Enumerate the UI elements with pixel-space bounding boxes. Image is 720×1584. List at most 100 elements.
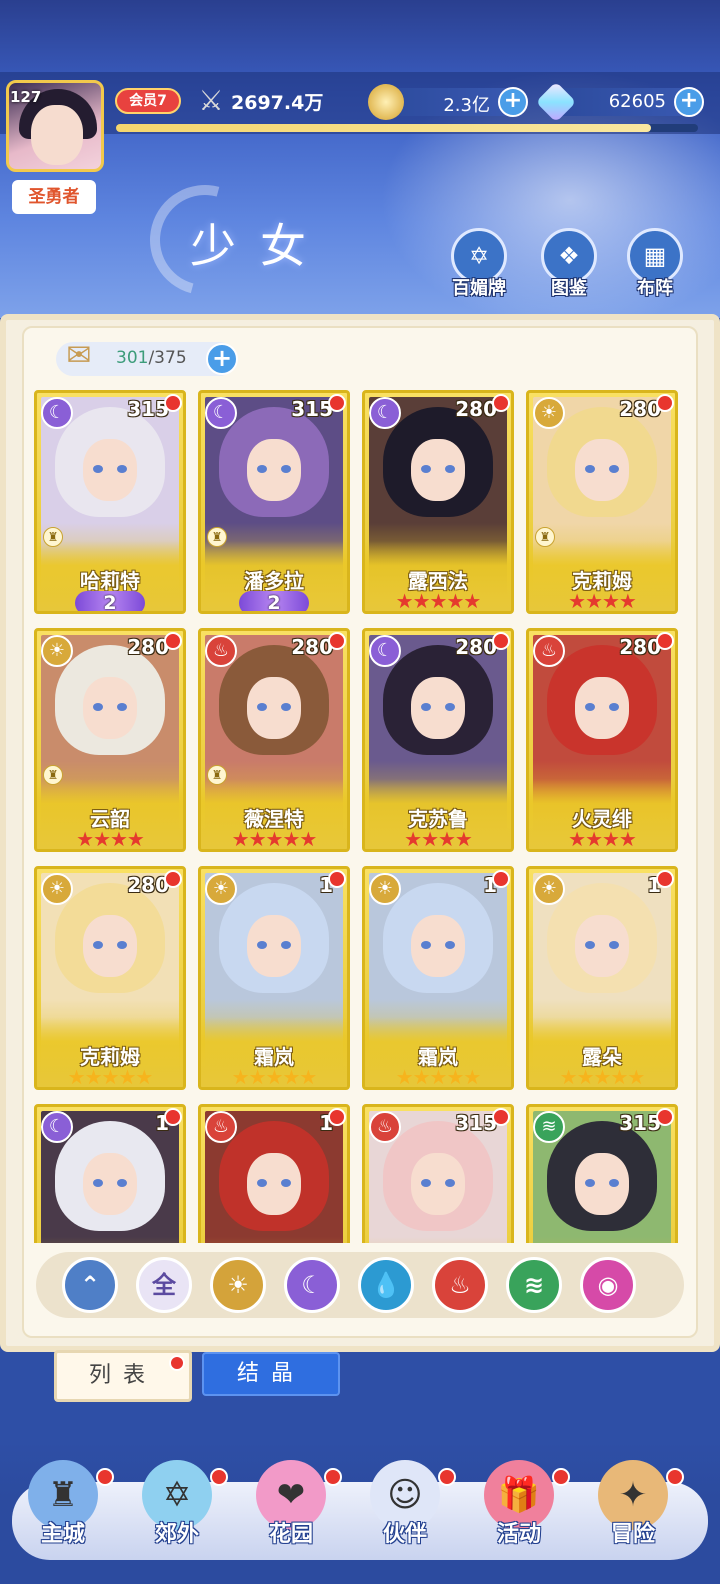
rank-badge: 2 xyxy=(75,591,145,611)
companion-level: 280 xyxy=(619,635,661,659)
expand-capacity-button[interactable]: + xyxy=(206,343,238,375)
companion-level: 315 xyxy=(291,397,333,421)
filter-star-button[interactable]: ◉ xyxy=(580,1257,636,1313)
notification-dot xyxy=(438,1468,456,1486)
filter-collapse-button[interactable]: ⌃ xyxy=(62,1257,118,1313)
notification-dot xyxy=(492,632,510,650)
sun-element-icon: ☀ xyxy=(369,873,401,905)
bag-icon: ✉ xyxy=(66,338,92,373)
notification-dot xyxy=(210,1468,228,1486)
gem-value: 62605 xyxy=(608,91,666,112)
nav-label: 花园 xyxy=(268,1522,313,1547)
page-title: 少女 xyxy=(190,219,330,273)
nav-gift-button[interactable]: 🎁 活动 xyxy=(460,1448,578,1558)
card-collection-button[interactable]: ✡ 百媚牌 xyxy=(446,228,512,299)
moon-element-icon: ☾ xyxy=(205,397,237,429)
notification-dot xyxy=(656,870,674,888)
element-filter-bar: ⌃ 全 ☀ ☾ 💧 ♨ ≋ ◉ xyxy=(36,1252,684,1318)
sword-power-icon: ⚔ xyxy=(198,84,224,117)
companion-card[interactable]: ☀ 280 克莉姆 ★★★★★ xyxy=(34,866,186,1090)
portrait-eyes xyxy=(585,941,619,949)
roster-capacity: ✉ 301/375 + xyxy=(56,338,238,376)
fire-element-icon: ♨ xyxy=(205,1111,237,1143)
chess-rook-icon: ♜ xyxy=(535,527,555,547)
companion-card[interactable]: ☾ 280 露西法 ★★★★★ xyxy=(362,390,514,614)
companion-card[interactable]: ≋ 315 xyxy=(526,1104,678,1243)
combat-power: 2697.4万 xyxy=(231,92,324,114)
filter-fire-button[interactable]: ♨ xyxy=(432,1257,488,1313)
notification-dot xyxy=(164,870,182,888)
star-rating: ★★★★★ xyxy=(395,1065,482,1089)
capacity-current: 301 xyxy=(116,348,149,368)
codex-button[interactable]: ❖ 图鉴 xyxy=(536,228,602,299)
chess-rook-icon: ♜ xyxy=(43,765,63,785)
notification-dot xyxy=(492,394,510,412)
notification-dot xyxy=(328,394,346,412)
nav-compass-button[interactable]: ✦ 冒险 xyxy=(574,1448,692,1558)
filter-wind-button[interactable]: ≋ xyxy=(506,1257,562,1313)
companion-card[interactable]: ☾ 1 xyxy=(34,1104,186,1243)
tab-crystal[interactable]: 结晶 xyxy=(202,1352,340,1396)
exp-bar-fill xyxy=(116,124,652,132)
filter-all-button[interactable]: 全 xyxy=(136,1257,192,1313)
nav-label: 伙伴 xyxy=(382,1522,427,1547)
companion-card[interactable]: ♨ 280 火灵绯 ★★★★ xyxy=(526,628,678,852)
nav-portal-button[interactable]: ✡ 郊外 xyxy=(118,1448,236,1558)
fire-element-icon: ♨ xyxy=(533,635,565,667)
sun-element-icon: ☀ xyxy=(41,873,73,905)
star-rating: ★★★★★ xyxy=(231,827,318,851)
notification-dot xyxy=(169,1355,185,1371)
fire-element-icon: ♨ xyxy=(205,635,237,667)
notification-dot xyxy=(164,1108,182,1126)
vip-badge[interactable]: 会员7 xyxy=(115,88,181,114)
nav-label: 冒险 xyxy=(610,1522,655,1547)
companion-card[interactable]: ♨ 1 xyxy=(198,1104,350,1243)
filter-water-button[interactable]: 💧 xyxy=(358,1257,414,1313)
notification-dot xyxy=(552,1468,570,1486)
sun-element-icon: ☀ xyxy=(533,873,565,905)
companion-card[interactable]: ☾ 315 ♜ 哈莉特 2 xyxy=(34,390,186,614)
companion-card[interactable]: ☀ 1 露朵 ★★★★★ xyxy=(526,866,678,1090)
chess-rook-icon: ♜ xyxy=(43,527,63,547)
notification-dot xyxy=(492,870,510,888)
notification-dot xyxy=(328,1108,346,1126)
sun-element-icon: ☀ xyxy=(533,397,565,429)
filter-moon-button[interactable]: ☾ xyxy=(284,1257,340,1313)
notification-dot xyxy=(164,632,182,650)
wind-icon: ≋ xyxy=(523,1271,545,1299)
chess-rook-icon: ♜ xyxy=(207,527,227,547)
add-gold-button[interactable]: + xyxy=(498,87,528,117)
moon-element-icon: ☾ xyxy=(369,635,401,667)
all-icon: 全 xyxy=(152,1271,176,1299)
tab-list[interactable]: 列表 xyxy=(54,1350,192,1402)
gold-coin-icon xyxy=(368,84,404,120)
nav-castle-button[interactable]: ♜ 主城 xyxy=(4,1448,122,1558)
companion-card[interactable]: ☀ 280 ♜ 克莉姆 ★★★★ xyxy=(526,390,678,614)
companion-card[interactable]: ☀ 280 ♜ 云韶 ★★★★ xyxy=(34,628,186,852)
formation-label: 布阵 xyxy=(637,278,673,299)
tab-list-label: 列表 xyxy=(88,1363,157,1388)
gold-value: 2.3亿 xyxy=(443,95,490,116)
companion-card[interactable]: ☀ 1 霜岚 ★★★★★ xyxy=(198,866,350,1090)
companion-card[interactable]: ☀ 1 霜岚 ★★★★★ xyxy=(362,866,514,1090)
companion-card[interactable]: ♨ 315 xyxy=(362,1104,514,1243)
fire-element-icon: ♨ xyxy=(369,1111,401,1143)
companion-card[interactable]: ☾ 315 ♜ 潘多拉 2 xyxy=(198,390,350,614)
companion-level: 315 xyxy=(455,1111,497,1135)
add-gem-button[interactable]: + xyxy=(674,87,704,117)
companion-level: 280 xyxy=(455,635,497,659)
nav-heart-button[interactable]: ❤ 花园 xyxy=(232,1448,350,1558)
notification-dot xyxy=(666,1468,684,1486)
capacity-count: 301/375 xyxy=(116,348,187,368)
portrait-eyes xyxy=(93,465,127,473)
avatar-face xyxy=(31,105,83,165)
companion-card[interactable]: ☾ 280 克苏鲁 ★★★★ xyxy=(362,628,514,852)
companion-card[interactable]: ♨ 280 ♜ 薇涅特 ★★★★★ xyxy=(198,628,350,852)
moon-element-icon: ☾ xyxy=(41,397,73,429)
notification-dot xyxy=(324,1468,342,1486)
player-title-badge[interactable]: 圣勇者 xyxy=(12,180,96,214)
filter-sun-button[interactable]: ☀ xyxy=(210,1257,266,1313)
nav-companion-button[interactable]: ☺ 伙伴 xyxy=(346,1448,464,1558)
card-collection-label: 百媚牌 xyxy=(452,278,506,299)
formation-button[interactable]: ▦ 布阵 xyxy=(622,228,688,299)
